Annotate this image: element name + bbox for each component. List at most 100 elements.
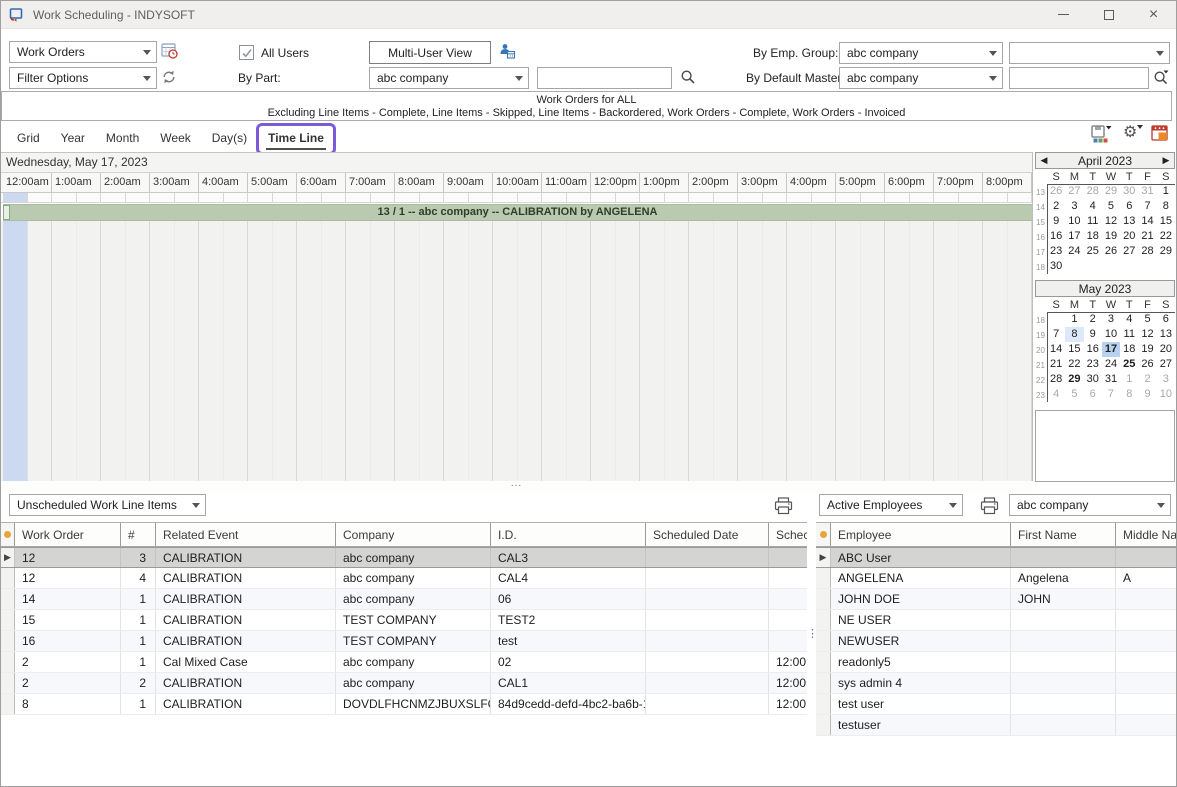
- timeline-slot[interactable]: [420, 221, 445, 481]
- search-dropdown-icon[interactable]: [1153, 69, 1169, 85]
- table-row[interactable]: readonly5: [816, 652, 1177, 673]
- timeline-slot[interactable]: [101, 221, 126, 481]
- timeline-slot[interactable]: [126, 221, 151, 481]
- mode-select[interactable]: Work Orders: [9, 41, 157, 63]
- all-users-checkbox[interactable]: All Users: [239, 45, 309, 60]
- calendar-day[interactable]: 26: [1047, 184, 1065, 199]
- by-part-select[interactable]: abc company: [369, 67, 529, 89]
- vertical-splitter[interactable]: ⋮: [807, 522, 816, 717]
- calendar-day[interactable]: 31: [1138, 184, 1156, 199]
- tab-month[interactable]: Month: [104, 127, 141, 150]
- calendar-day[interactable]: 30: [1047, 259, 1065, 274]
- timeline-slot[interactable]: [395, 221, 420, 481]
- calendar-day[interactable]: 22: [1157, 229, 1175, 244]
- timeline-slot[interactable]: [493, 221, 518, 481]
- tab-time-line[interactable]: Time Line: [266, 127, 326, 150]
- calendar-day[interactable]: 1: [1157, 184, 1175, 199]
- timeline-slot[interactable]: [346, 221, 371, 481]
- table-row[interactable]: testuser: [816, 715, 1177, 736]
- event-resize-handle[interactable]: [3, 205, 10, 220]
- timeline-slot[interactable]: [738, 221, 763, 481]
- calendar-day[interactable]: 3: [1065, 199, 1083, 214]
- calendar-day[interactable]: 7: [1047, 327, 1065, 342]
- calendar-day[interactable]: 7: [1138, 199, 1156, 214]
- tab-day-s-[interactable]: Day(s): [210, 127, 249, 150]
- table-row[interactable]: ANGELENAAngelenaA: [816, 568, 1177, 589]
- calendar-day[interactable]: 30: [1120, 184, 1138, 199]
- calendar-day[interactable]: 20: [1157, 342, 1175, 357]
- close-button[interactable]: ×: [1131, 1, 1176, 28]
- gear-icon[interactable]: ⚙: [1123, 125, 1137, 141]
- goto-date-calendar-icon[interactable]: [1151, 124, 1170, 143]
- column-header-company[interactable]: Company: [336, 523, 491, 546]
- employee-company-select[interactable]: abc company: [1009, 494, 1171, 516]
- multi-user-calendar-icon[interactable]: [498, 42, 516, 60]
- calendar-day[interactable]: 2: [1084, 312, 1102, 327]
- tab-year[interactable]: Year: [59, 127, 87, 150]
- timeline-slot[interactable]: [591, 221, 616, 481]
- column-header-first-name[interactable]: First Name: [1011, 523, 1116, 546]
- next-month-icon[interactable]: ▶: [1158, 155, 1174, 166]
- calendar-day[interactable]: 1: [1065, 312, 1083, 327]
- timeline-slot[interactable]: [542, 221, 567, 481]
- calendar-day[interactable]: 24: [1065, 244, 1083, 259]
- calendar-day[interactable]: 23: [1047, 244, 1065, 259]
- column-header-i-d-[interactable]: I.D.: [491, 523, 646, 546]
- calendar-day[interactable]: 15: [1065, 342, 1083, 357]
- table-row[interactable]: ▶123CALIBRATIONabc companyCAL3: [1, 547, 811, 568]
- calendar-day[interactable]: 13: [1157, 327, 1175, 342]
- table-row[interactable]: 161CALIBRATIONTEST COMPANYtest: [1, 631, 811, 652]
- calendar-day[interactable]: 29: [1065, 372, 1083, 387]
- timeline-slot[interactable]: [175, 221, 200, 481]
- table-row[interactable]: test user: [816, 694, 1177, 715]
- calendar-day[interactable]: 19: [1102, 229, 1120, 244]
- calendar-day[interactable]: 30: [1084, 372, 1102, 387]
- timeline-slot[interactable]: [689, 221, 714, 481]
- table-row[interactable]: sys admin 4: [816, 673, 1177, 694]
- calendar-day[interactable]: 28: [1084, 184, 1102, 199]
- default-master-search-input[interactable]: [1009, 67, 1149, 89]
- calendar-day[interactable]: 8: [1120, 387, 1138, 402]
- calendar-day[interactable]: 20: [1120, 229, 1138, 244]
- column-header-schec[interactable]: Schec: [769, 523, 811, 546]
- timeline-slot[interactable]: [983, 221, 1008, 481]
- table-row[interactable]: 151CALIBRATIONTEST COMPANYTEST2: [1, 610, 811, 631]
- timeline-slot[interactable]: [763, 221, 788, 481]
- search-icon[interactable]: [680, 69, 696, 85]
- column-header-employee[interactable]: Employee: [831, 523, 1011, 546]
- calendar-day[interactable]: 11: [1084, 214, 1102, 229]
- print-employees-icon[interactable]: [980, 497, 999, 515]
- timeline-slot[interactable]: [444, 221, 469, 481]
- timeline-slot[interactable]: [616, 221, 641, 481]
- timeline-slot[interactable]: [52, 221, 77, 481]
- calendar-day[interactable]: 10: [1102, 327, 1120, 342]
- timeline-slot[interactable]: [861, 221, 886, 481]
- table-row[interactable]: 124CALIBRATIONabc companyCAL4: [1, 568, 811, 589]
- calendar-day[interactable]: 10: [1157, 387, 1175, 402]
- calendar-day[interactable]: 22: [1065, 357, 1083, 372]
- calendar-day[interactable]: 25: [1084, 244, 1102, 259]
- table-row[interactable]: 141CALIBRATIONabc company06: [1, 589, 811, 610]
- timeline-slot[interactable]: [77, 221, 102, 481]
- calendar-day[interactable]: 9: [1047, 214, 1065, 229]
- calendar-day[interactable]: 19: [1138, 342, 1156, 357]
- emp-group-select[interactable]: abc company: [839, 42, 1003, 64]
- calendar-day[interactable]: 6: [1157, 312, 1175, 327]
- calendar-day[interactable]: 4: [1047, 387, 1065, 402]
- calendar-day[interactable]: 18: [1120, 342, 1138, 357]
- calendar-day[interactable]: 17: [1102, 342, 1120, 357]
- calendar-day[interactable]: 18: [1084, 229, 1102, 244]
- calendar-day[interactable]: 9: [1138, 387, 1156, 402]
- emp-group-secondary-select[interactable]: [1009, 42, 1170, 64]
- timeline-slot[interactable]: [224, 221, 249, 481]
- timeline-slot[interactable]: [273, 221, 298, 481]
- timeline-slot[interactable]: [28, 221, 53, 481]
- calendar-day[interactable]: 26: [1138, 357, 1156, 372]
- timeline-slot[interactable]: [469, 221, 494, 481]
- calendar-day[interactable]: 26: [1102, 244, 1120, 259]
- calendar-day[interactable]: 6: [1084, 387, 1102, 402]
- timeline-slot[interactable]: [836, 221, 861, 481]
- calendar-day[interactable]: 5: [1065, 387, 1083, 402]
- filter-options-select[interactable]: Filter Options: [9, 67, 157, 89]
- calendar-day[interactable]: 15: [1157, 214, 1175, 229]
